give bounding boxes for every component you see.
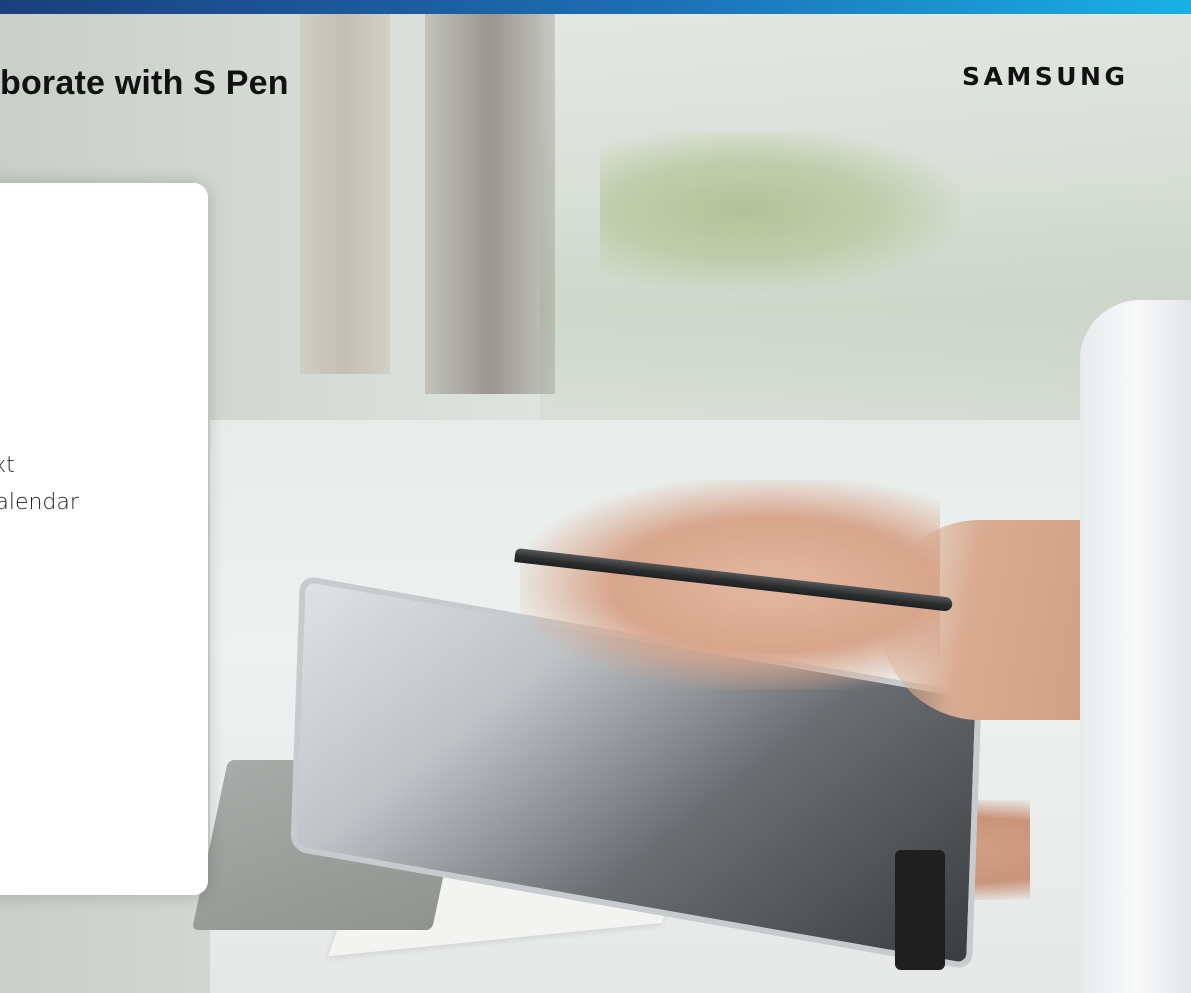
- slide-title: borate with S Pen: [0, 64, 289, 102]
- background-pillar: [300, 14, 390, 374]
- card-text-line-1: ext: [0, 453, 15, 478]
- samsung-logo: SAMSUNG: [962, 62, 1129, 91]
- background-greenery: [600, 130, 960, 290]
- card-text-line-2: Calendar: [0, 490, 79, 515]
- presentation-slide: borate with S Pen SAMSUNG ext Calendar: [0, 0, 1191, 993]
- accent-bar: [0, 0, 1191, 14]
- watch-strap: [895, 850, 945, 970]
- background-column: [425, 14, 555, 394]
- shirt-sleeve: [1080, 300, 1191, 993]
- content-card: ext Calendar: [0, 183, 208, 895]
